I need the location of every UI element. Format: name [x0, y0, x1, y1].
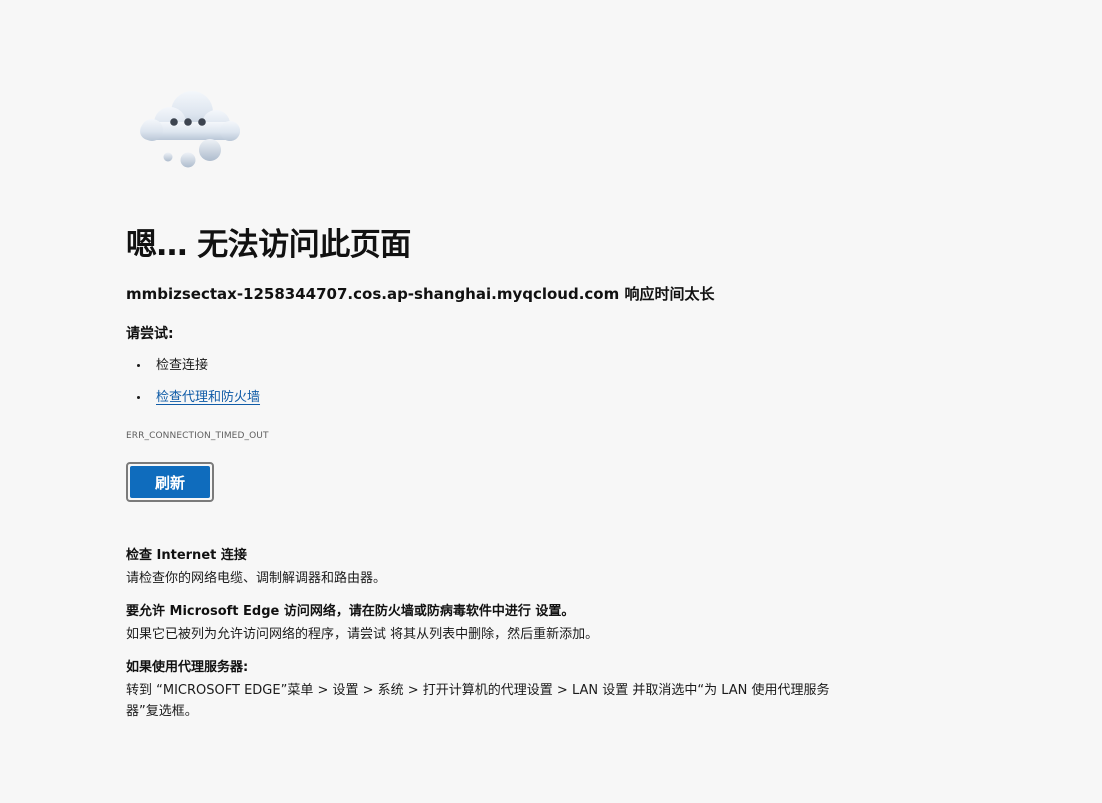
try-label: 请尝试:: [126, 326, 174, 342]
detail-title: 检查 Internet 连接: [126, 548, 247, 563]
detail-text: 如果它已被列为允许访问网络的程序，请尝试 将其从列表中删除，然后重新添加。: [126, 627, 599, 642]
suggestion-item-check-connection: 检查连接: [126, 356, 260, 388]
bullet-icon: [137, 396, 140, 399]
refresh-button-label: 刷新: [130, 466, 210, 498]
error-code: ERR_CONNECTION_TIMED_OUT: [126, 431, 269, 441]
suggestion-text: 检查连接: [156, 358, 209, 373]
cloud-thinking-icon: [136, 86, 246, 172]
detail-text: 转到 “MICROSOFT EDGE”菜单 > 设置 > 系统 > 打开计算机的…: [126, 683, 830, 719]
check-proxy-firewall-link[interactable]: 检查代理和防火墙: [156, 390, 260, 405]
detail-check-internet: 检查 Internet 连接 请检查你的网络电缆、调制解调器和路由器。: [126, 546, 846, 589]
detail-text: 请检查你的网络电缆、调制解调器和路由器。: [126, 571, 387, 586]
error-details: 检查 Internet 连接 请检查你的网络电缆、调制解调器和路由器。 要允许 …: [126, 546, 846, 735]
refresh-button[interactable]: 刷新: [126, 462, 214, 502]
detail-title: 如果使用代理服务器:: [126, 660, 249, 675]
detail-proxy: 如果使用代理服务器: 转到 “MICROSOFT EDGE”菜单 > 设置 > …: [126, 658, 846, 722]
suggestion-list: 检查连接 检查代理和防火墙: [126, 356, 260, 420]
detail-title: 要允许 Microsoft Edge 访问网络，请在防火墙或防病毒软件中进行 设…: [126, 604, 575, 619]
error-host-message: mmbizsectax-1258344707.cos.ap-shanghai.m…: [126, 285, 715, 303]
error-headline: 嗯… 无法访问此页面: [126, 227, 411, 263]
detail-firewall: 要允许 Microsoft Edge 访问网络，请在防火墙或防病毒软件中进行 设…: [126, 602, 846, 645]
bullet-icon: [137, 364, 140, 367]
suggestion-item-check-proxy-firewall: 检查代理和防火墙: [126, 388, 260, 420]
